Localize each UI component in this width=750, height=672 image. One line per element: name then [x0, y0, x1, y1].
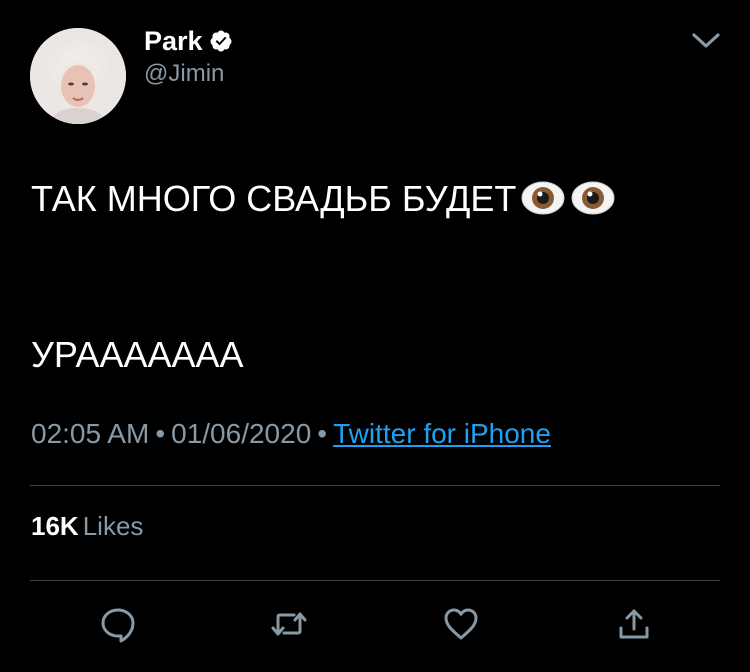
verified-badge-icon — [209, 29, 233, 53]
eyes-emoji-group — [520, 179, 620, 217]
separator-dot: • — [155, 418, 166, 449]
tweet-detail: Park @Jimin ТАК МНОГО СВАДЬБ БУДЕТ УРААА… — [0, 0, 750, 672]
reply-icon — [101, 608, 135, 643]
source-link[interactable]: Twitter for iPhone — [333, 418, 551, 449]
share-icon — [619, 609, 649, 639]
avatar[interactable] — [30, 28, 126, 124]
likes-count: 16K — [31, 511, 79, 541]
display-name[interactable]: Park — [144, 24, 203, 58]
tweet-metadata: 02:05 AM • 01/06/2020 • Twitter for iPhone — [31, 416, 551, 452]
eyes-icon — [570, 179, 616, 217]
retweet-button[interactable] — [269, 604, 309, 644]
like-button[interactable] — [441, 604, 481, 644]
likes-stat[interactable]: 16K Likes — [31, 509, 143, 543]
likes-label: Likes — [82, 511, 144, 541]
tweet-text: ТАК МНОГО СВАДЬБ БУДЕТ УРААААААА — [31, 174, 731, 380]
divider — [30, 485, 720, 486]
tweet-time[interactable]: 02:05 AM — [31, 418, 149, 449]
author-name-row[interactable]: Park — [144, 24, 233, 58]
tweet-line-1: ТАК МНОГО СВАДЬБ БУДЕТ — [31, 174, 731, 224]
tweet-date[interactable]: 01/06/2020 — [171, 418, 311, 449]
eyes-icon — [520, 179, 566, 217]
divider — [30, 580, 720, 581]
share-button[interactable] — [614, 604, 654, 644]
tweet-line-2: УРААААААА — [31, 334, 244, 375]
reply-button[interactable] — [98, 604, 138, 644]
separator-dot: • — [317, 418, 328, 449]
tweet-line-1-text: ТАК МНОГО СВАДЬБ БУДЕТ — [31, 178, 517, 219]
user-handle[interactable]: @Jimin — [144, 59, 224, 89]
profile-photo — [30, 28, 126, 124]
chevron-down-icon[interactable] — [688, 26, 724, 56]
like-icon — [444, 608, 478, 640]
retweet-icon — [271, 612, 307, 636]
